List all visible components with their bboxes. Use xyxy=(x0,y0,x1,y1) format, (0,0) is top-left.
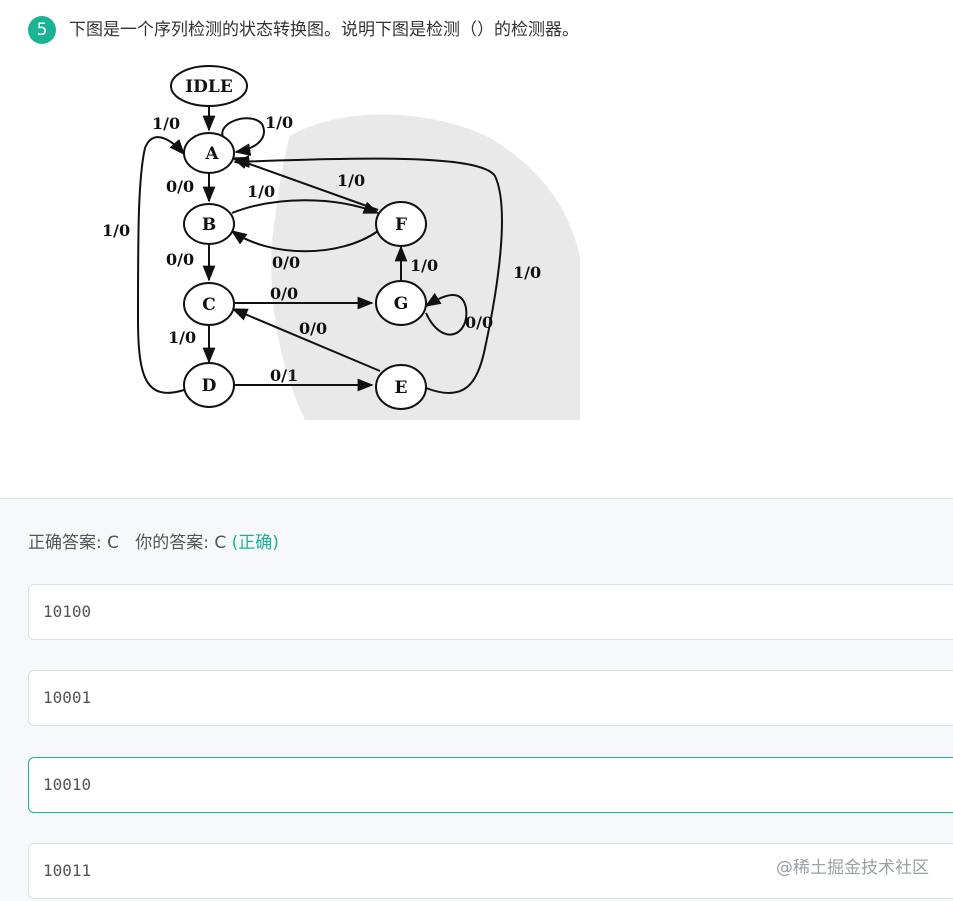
question-area: 5 下图是一个序列检测的状态转换图。说明下图是检测（）的检测器。 IDLE A … xyxy=(0,0,953,498)
state-diagram: IDLE A B F C G D E 1/0 1/0 0/0 1/0 1/0 0… xyxy=(100,58,580,420)
your-answer-value: C xyxy=(214,533,227,553)
state-b-label: B xyxy=(202,215,216,235)
option-a[interactable]: 10100 xyxy=(28,584,953,640)
answer-area: 正确答案: C 你的答案: C (正确) 10100 10001 10010 1… xyxy=(0,498,953,901)
question-number-badge: 5 xyxy=(28,16,56,44)
edge-label-b-f: 1/0 xyxy=(247,182,275,201)
edge-label-e-c: 0/0 xyxy=(299,319,327,338)
state-g-label: G xyxy=(394,294,409,314)
state-e-label: E xyxy=(395,378,408,398)
option-c-text: 10010 xyxy=(43,775,92,794)
site-watermark: @稀土掘金技术社区 xyxy=(776,858,929,878)
edge-label-c-g: 0/0 xyxy=(270,284,298,303)
correct-answer-label: 正确答案: xyxy=(28,533,108,553)
edge-label-c-d: 1/0 xyxy=(168,328,196,347)
state-diagram-svg: IDLE A B F C G D E 1/0 1/0 0/0 1/0 1/0 0… xyxy=(102,65,580,420)
question-text: 下图是一个序列检测的状态转换图。说明下图是检测（）的检测器。 xyxy=(69,20,579,40)
edge-label-a-self: 1/0 xyxy=(265,113,293,132)
option-a-text: 10100 xyxy=(43,602,92,621)
option-b[interactable]: 10001 xyxy=(28,670,953,726)
edge-label-d-e: 0/1 xyxy=(270,366,298,385)
edge-label-g-f: 1/0 xyxy=(410,256,438,275)
option-c[interactable]: 10010 xyxy=(28,757,953,813)
edge-label-e-a: 1/0 xyxy=(513,263,541,282)
edge-label-g-self: 0/0 xyxy=(465,313,493,332)
edge-label-f-a: 1/0 xyxy=(337,171,365,190)
edge-label-a-b: 0/0 xyxy=(166,177,194,196)
answer-status: (正确) xyxy=(231,533,279,553)
state-c-label: C xyxy=(202,295,216,315)
correct-answer-value: C xyxy=(107,533,120,553)
option-b-text: 10001 xyxy=(43,688,92,707)
your-answer-label: 你的答案: xyxy=(135,533,215,553)
edge-label-b-c: 0/0 xyxy=(166,250,194,269)
edge-label-f-b: 0/0 xyxy=(272,253,300,272)
state-f-label: F xyxy=(395,215,407,235)
option-d-text: 10011 xyxy=(43,861,92,880)
edge-label-d-a: 1/0 xyxy=(102,221,130,240)
answer-summary: 正确答案: C 你的答案: C (正确) xyxy=(28,528,279,553)
state-a-label: A xyxy=(204,144,219,164)
state-d-label: D xyxy=(202,376,217,396)
state-idle-label: IDLE xyxy=(185,77,233,97)
edge-label-idle-a: 1/0 xyxy=(152,114,180,133)
